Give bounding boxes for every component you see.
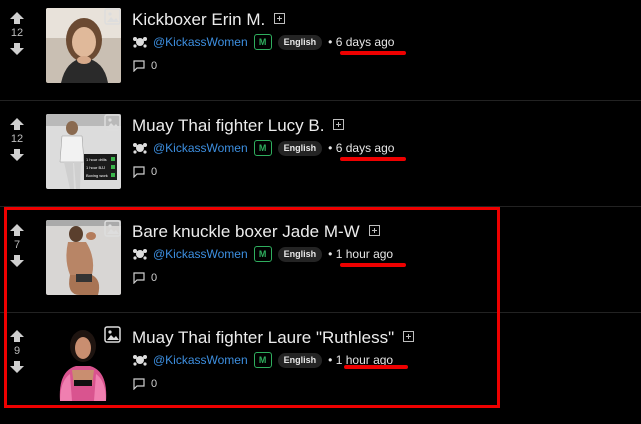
- downvote-arrow-icon[interactable]: [6, 253, 28, 269]
- comment-count: 0: [151, 166, 158, 178]
- thumb-text-line: 1 hour BJJ: [86, 165, 105, 170]
- expand-icon[interactable]: [403, 331, 415, 342]
- annotation-underline: [340, 157, 406, 161]
- downvote-arrow-icon[interactable]: [6, 359, 28, 375]
- post-title-row: Muay Thai fighter Lucy B.: [132, 116, 345, 136]
- downvote-arrow-icon[interactable]: [6, 147, 28, 163]
- post-meta: @KickassWomen M English • 6 days ago: [132, 140, 394, 156]
- divider: [0, 312, 641, 313]
- upvote-arrow-icon[interactable]: [6, 116, 28, 132]
- community-avatar-icon: [133, 355, 147, 366]
- upvote-arrow-icon[interactable]: [6, 10, 28, 26]
- vote-column: 12: [6, 116, 28, 163]
- username-link[interactable]: @KickassWomen: [153, 141, 248, 155]
- username-link[interactable]: @KickassWomen: [153, 247, 248, 261]
- annotation-underline: [340, 263, 406, 267]
- community-avatar-icon: [133, 37, 147, 48]
- language-badge: English: [277, 140, 323, 156]
- community-avatar-icon: [133, 249, 147, 260]
- post-title-row: Bare knuckle boxer Jade M-W: [132, 222, 380, 242]
- post-title[interactable]: Kickboxer Erin M.: [132, 10, 265, 29]
- post: 9 Muay Thai fighter Laure "Ruthless" @Ki…: [0, 318, 641, 424]
- comment-count: 0: [151, 272, 158, 284]
- comment-count: 0: [151, 378, 158, 390]
- image-icon: [104, 114, 121, 131]
- annotation-underline: [340, 51, 406, 55]
- post-score: 7: [13, 239, 21, 251]
- mod-badge: M: [253, 352, 272, 368]
- expand-icon[interactable]: [368, 225, 380, 236]
- comment-count: 0: [151, 60, 158, 72]
- divider: [0, 206, 641, 207]
- post-time: • 1 hour ago: [328, 247, 394, 261]
- post-title-row: Kickboxer Erin M.: [132, 10, 286, 30]
- language-badge: English: [277, 352, 323, 368]
- post-score: 12: [10, 27, 24, 39]
- comment-icon: [133, 60, 145, 72]
- language-badge: English: [277, 246, 323, 262]
- post-time: • 6 days ago: [328, 141, 395, 155]
- comments-link[interactable]: 0: [133, 60, 157, 72]
- mod-badge: M: [253, 34, 272, 50]
- language-badge: English: [277, 34, 323, 50]
- post-time-text: 1 hour ago: [335, 247, 394, 261]
- username-link[interactable]: @KickassWomen: [153, 353, 248, 367]
- comment-icon: [133, 272, 145, 284]
- post-meta: @KickassWomen M English • 6 days ago: [132, 34, 394, 50]
- vote-column: 12: [6, 10, 28, 57]
- divider: [0, 100, 641, 101]
- upvote-arrow-icon[interactable]: [6, 328, 28, 344]
- post: 12 Kickboxer Erin M. @KickassWomen M Eng…: [0, 0, 641, 106]
- vote-column: 9: [6, 328, 28, 375]
- comment-icon: [133, 166, 145, 178]
- comments-link[interactable]: 0: [133, 166, 157, 178]
- annotation-underline: [344, 365, 408, 369]
- community-avatar-icon: [133, 143, 147, 154]
- post-title[interactable]: Muay Thai fighter Lucy B.: [132, 116, 324, 135]
- image-icon: [104, 326, 121, 343]
- post-score: 12: [10, 133, 24, 145]
- post-title[interactable]: Muay Thai fighter Laure "Ruthless": [132, 328, 394, 347]
- post: 12 1 hour drills 1 hour BJJ Boxing work …: [0, 106, 641, 212]
- image-icon: [104, 220, 121, 237]
- comments-link[interactable]: 0: [133, 378, 157, 390]
- mod-badge: M: [253, 246, 272, 262]
- expand-icon[interactable]: [333, 119, 345, 130]
- thumb-text-line: 1 hour drills: [86, 157, 107, 162]
- downvote-arrow-icon[interactable]: [6, 41, 28, 57]
- upvote-arrow-icon[interactable]: [6, 222, 28, 238]
- expand-icon[interactable]: [274, 13, 286, 24]
- mod-badge: M: [253, 140, 272, 156]
- comment-icon: [133, 378, 145, 390]
- post-time: • 6 days ago: [328, 35, 395, 49]
- post-time-text: 6 days ago: [335, 35, 395, 49]
- post-score: 9: [13, 345, 21, 357]
- post-title-row: Muay Thai fighter Laure "Ruthless": [132, 328, 415, 348]
- vote-column: 7: [6, 222, 28, 269]
- post-meta: @KickassWomen M English • 1 hour ago: [132, 246, 393, 262]
- post-time-text: 6 days ago: [335, 141, 395, 155]
- thumb-text-line: Boxing work: [86, 173, 108, 178]
- post: 7 Bare knuckle boxer Jade M-W @KickassWo…: [0, 212, 641, 318]
- comments-link[interactable]: 0: [133, 272, 157, 284]
- username-link[interactable]: @KickassWomen: [153, 35, 248, 49]
- image-icon: [104, 8, 121, 25]
- post-title[interactable]: Bare knuckle boxer Jade M-W: [132, 222, 360, 241]
